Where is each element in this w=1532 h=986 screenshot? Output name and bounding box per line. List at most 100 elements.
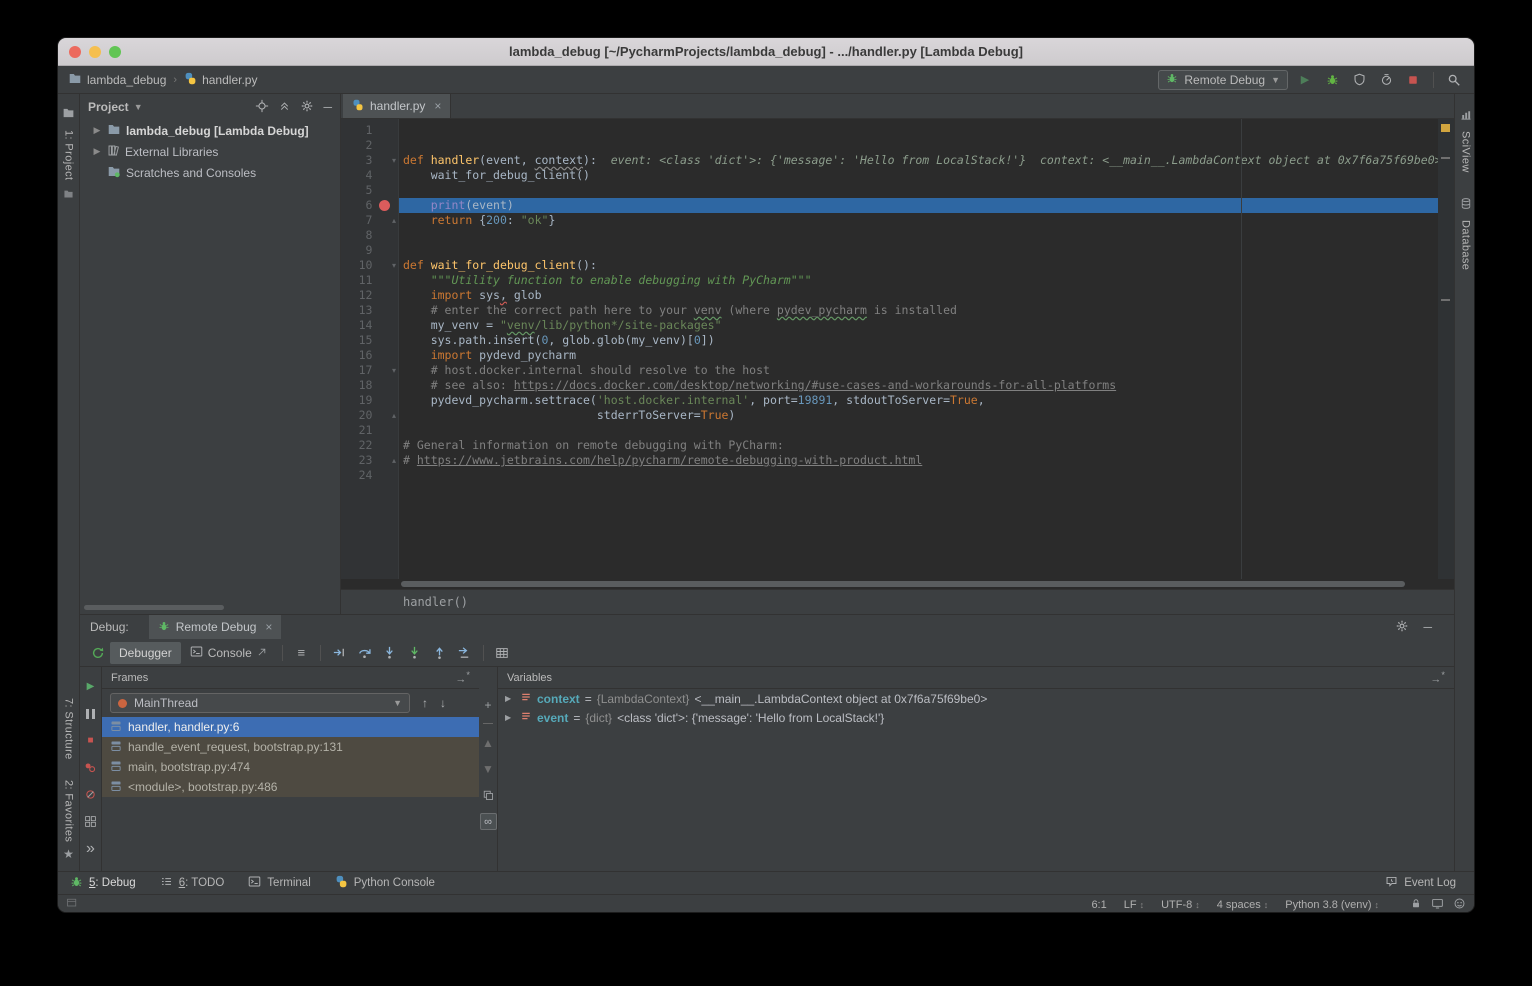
- gear-icon[interactable]: [300, 99, 314, 116]
- coverage-button[interactable]: [1349, 70, 1369, 90]
- code-line[interactable]: import sys, glob: [399, 288, 1438, 303]
- breadcrumb-file[interactable]: handler.py: [202, 73, 257, 87]
- project-tree-item[interactable]: Scratches and Consoles: [80, 162, 340, 183]
- fold-marker-icon[interactable]: ▴: [392, 213, 396, 228]
- debug-session-tab[interactable]: Remote Debug ×: [149, 615, 282, 639]
- tool-window-button-terminal[interactable]: Terminal: [248, 875, 310, 891]
- pin-icon[interactable]: →*: [455, 670, 470, 686]
- step-into-my-code-icon[interactable]: [402, 642, 427, 664]
- view-breakpoints-icon[interactable]: [83, 760, 99, 775]
- step-out-icon[interactable]: [427, 642, 452, 664]
- profiler-button[interactable]: [1376, 70, 1396, 90]
- locate-icon[interactable]: [255, 99, 269, 116]
- code-line[interactable]: return {200: "ok"}: [399, 213, 1438, 228]
- pause-button[interactable]: [83, 706, 99, 721]
- view-as-table-icon[interactable]: [490, 642, 515, 664]
- chevron-right-icon[interactable]: ▶: [92, 146, 102, 157]
- add-watch-icon[interactable]: +: [480, 697, 496, 712]
- code-line[interactable]: import pydevd_pycharm: [399, 348, 1438, 363]
- status-item-lf[interactable]: LF↕: [1124, 899, 1144, 911]
- code-line[interactable]: [399, 243, 1438, 258]
- pin-icon[interactable]: →*: [1430, 670, 1445, 686]
- code-line[interactable]: [399, 423, 1438, 438]
- code-line[interactable]: print(event): [399, 198, 1438, 213]
- fold-marker-icon[interactable]: ▾: [392, 153, 396, 168]
- project-tree-item[interactable]: ▶External Libraries: [80, 141, 340, 162]
- code-line[interactable]: pydevd_pycharm.settrace('host.docker.int…: [399, 393, 1438, 408]
- minimize-window-button[interactable]: [89, 46, 101, 58]
- evaluate-expression-icon[interactable]: ∞: [480, 813, 497, 830]
- screen-reader-icon[interactable]: [1431, 897, 1444, 913]
- code-line[interactable]: [399, 228, 1438, 243]
- thread-selector[interactable]: MainThread ▼: [110, 693, 410, 713]
- editor-tab-handler[interactable]: handler.py ×: [343, 94, 451, 118]
- fold-marker-icon[interactable]: ▴: [392, 453, 396, 468]
- layout-menu-icon[interactable]: ≡: [289, 642, 314, 664]
- close-icon[interactable]: ×: [265, 620, 272, 634]
- tool-button-database[interactable]: Database: [1460, 197, 1472, 270]
- next-frame-icon[interactable]: ↓: [440, 696, 446, 710]
- code-line[interactable]: def handler(event, context): event: <cla…: [399, 153, 1438, 168]
- step-into-icon[interactable]: [377, 642, 402, 664]
- code-line[interactable]: # https://www.jetbrains.com/help/pycharm…: [399, 453, 1438, 468]
- code-line[interactable]: [399, 183, 1438, 198]
- stripe-mark[interactable]: [1441, 157, 1450, 159]
- scrollbar-thumb[interactable]: [401, 581, 1405, 587]
- status-item-6-1[interactable]: 6:1: [1091, 899, 1106, 911]
- collapse-all-icon[interactable]: [278, 99, 291, 115]
- titlebar[interactable]: lambda_debug [~/PycharmProjects/lambda_d…: [58, 38, 1474, 66]
- project-panel-title[interactable]: Project: [88, 100, 129, 114]
- code-line[interactable]: wait_for_debug_client(): [399, 168, 1438, 183]
- tool-button-structure[interactable]: 7: Structure: [63, 698, 75, 760]
- code-line[interactable]: """Utility function to enable debugging …: [399, 273, 1438, 288]
- code-line[interactable]: # see also: https://docs.docker.com/desk…: [399, 378, 1438, 393]
- variable-row[interactable]: ▶context = {LambdaContext} <__main__.Lam…: [498, 689, 1454, 708]
- code-line[interactable]: [399, 468, 1438, 483]
- step-over-icon[interactable]: [352, 642, 377, 664]
- fold-marker-icon[interactable]: ▾: [392, 363, 396, 378]
- stripe-mark[interactable]: [1441, 299, 1450, 301]
- code-line[interactable]: # host.docker.internal should resolve to…: [399, 363, 1438, 378]
- run-to-cursor-icon[interactable]: [452, 642, 477, 664]
- tool-button-favorites[interactable]: 2: Favorites ★: [63, 780, 75, 861]
- tool-window-button-python-console[interactable]: Python Console: [335, 875, 435, 891]
- hide-panel-icon[interactable]: ─: [323, 100, 332, 114]
- restore-layout-icon[interactable]: [83, 814, 99, 829]
- variable-row[interactable]: ▶event = {dict} <class 'dict'>: {'messag…: [498, 708, 1454, 727]
- hector-inspector-icon[interactable]: [1453, 897, 1466, 913]
- code-line[interactable]: def wait_for_debug_client():: [399, 258, 1438, 273]
- code-line[interactable]: [399, 138, 1438, 153]
- rerun-icon[interactable]: [85, 642, 110, 664]
- chevron-down-icon[interactable]: ▼: [134, 102, 143, 112]
- show-execution-point-icon[interactable]: [327, 642, 352, 664]
- zoom-window-button[interactable]: [109, 46, 121, 58]
- status-item-utf-8[interactable]: UTF-8↕: [1161, 899, 1200, 911]
- code-line[interactable]: # enter the correct path here to your ve…: [399, 303, 1438, 318]
- stop-debug-button[interactable]: ■: [83, 733, 99, 748]
- gear-icon[interactable]: [1395, 619, 1409, 636]
- close-window-button[interactable]: [69, 46, 81, 58]
- fold-marker-icon[interactable]: ▾: [392, 258, 396, 273]
- code-line[interactable]: # General information on remote debuggin…: [399, 438, 1438, 453]
- resume-button[interactable]: ▶: [83, 679, 99, 694]
- tool-window-button-6-todo[interactable]: 6: TODO: [160, 875, 225, 891]
- tab-debugger[interactable]: Debugger: [110, 642, 181, 664]
- more-actions-icon[interactable]: »: [83, 841, 99, 856]
- code-line[interactable]: sys.path.insert(0, glob.glob(my_venv)[0]…: [399, 333, 1438, 348]
- status-item-python-3-8-venv-[interactable]: Python 3.8 (venv)↕: [1285, 899, 1379, 911]
- tool-button-sciview[interactable]: SciView: [1460, 108, 1472, 173]
- fold-marker-icon[interactable]: ▴: [392, 408, 396, 423]
- run-config-selector[interactable]: Remote Debug ▼: [1158, 70, 1288, 90]
- tool-window-button-5-debug[interactable]: 5: Debug: [70, 875, 136, 891]
- frame-row[interactable]: <module>, bootstrap.py:486: [102, 777, 479, 797]
- project-horizontal-scrollbar[interactable]: [84, 605, 224, 610]
- status-item-4-spaces[interactable]: 4 spaces↕: [1217, 899, 1269, 911]
- jump-arrow-icon[interactable]: [257, 646, 267, 660]
- horizontal-scrollbar[interactable]: [401, 579, 1436, 589]
- tab-console[interactable]: Console: [181, 642, 276, 664]
- chevron-right-icon[interactable]: ▶: [92, 125, 102, 136]
- frame-row[interactable]: main, bootstrap.py:474: [102, 757, 479, 777]
- code-view[interactable]: 123▾4567▴8910▾11121314151617▾181920▴2122…: [341, 119, 1454, 579]
- frame-row[interactable]: handle_event_request, bootstrap.py:131: [102, 737, 479, 757]
- code-line[interactable]: stderrToServer=True): [399, 408, 1438, 423]
